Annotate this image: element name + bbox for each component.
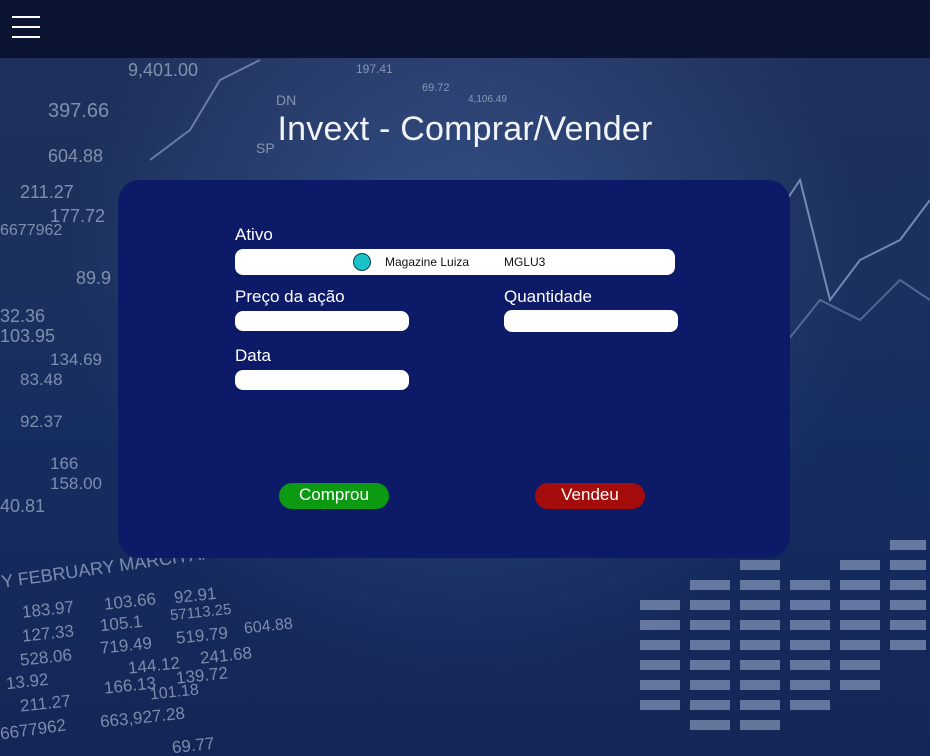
asset-label: Ativo [235, 225, 273, 244]
bg-number: 69.77 [171, 733, 216, 756]
bg-number: 134.69 [50, 350, 102, 369]
price-input[interactable] [235, 311, 409, 331]
bg-number: 197.41 [356, 62, 393, 76]
bg-number: 89.9 [76, 268, 112, 288]
bg-number: 158.00 [50, 474, 102, 493]
asset-logo-icon [353, 253, 371, 271]
hamburger-menu-icon[interactable] [12, 16, 42, 40]
bg-number: 69.72 [422, 82, 450, 94]
trade-form-card: Ativo Magazine Luiza MGLU3 Preço da ação… [118, 180, 790, 558]
bg-number: DN [276, 92, 297, 108]
menu-line [12, 16, 40, 18]
top-navigation-bar [0, 0, 930, 58]
asset-name: Magazine Luiza [385, 255, 470, 269]
bg-number: 9,401.00 [128, 60, 199, 80]
bg-number: 6677962 [0, 222, 63, 239]
bought-button[interactable]: Comprou [279, 483, 389, 509]
quantity-input[interactable] [504, 310, 678, 332]
asset-select[interactable]: Magazine Luiza MGLU3 [235, 249, 675, 275]
date-input[interactable] [235, 370, 409, 390]
bg-number: 103.95 [0, 326, 56, 346]
date-label: Data [235, 346, 271, 365]
bg-number: 211.27 [20, 182, 74, 202]
asset-ticker: MGLU3 [504, 255, 546, 269]
sold-button[interactable]: Vendeu [535, 483, 645, 509]
quantity-label: Quantidade [504, 287, 592, 306]
bg-number: 83.48 [20, 370, 63, 389]
page-title: Invext - Comprar/Vender [277, 110, 653, 148]
bg-number: 40.81 [0, 496, 46, 516]
bg-number: 166 [50, 454, 79, 473]
bg-number: 92.37 [20, 412, 63, 431]
menu-line [12, 26, 40, 28]
bg-number: 604.88 [48, 146, 104, 166]
price-label: Preço da ação [235, 287, 345, 306]
bg-number: 32.36 [0, 306, 46, 326]
menu-line [12, 36, 40, 38]
bg-number: 4,106.49 [468, 94, 507, 105]
